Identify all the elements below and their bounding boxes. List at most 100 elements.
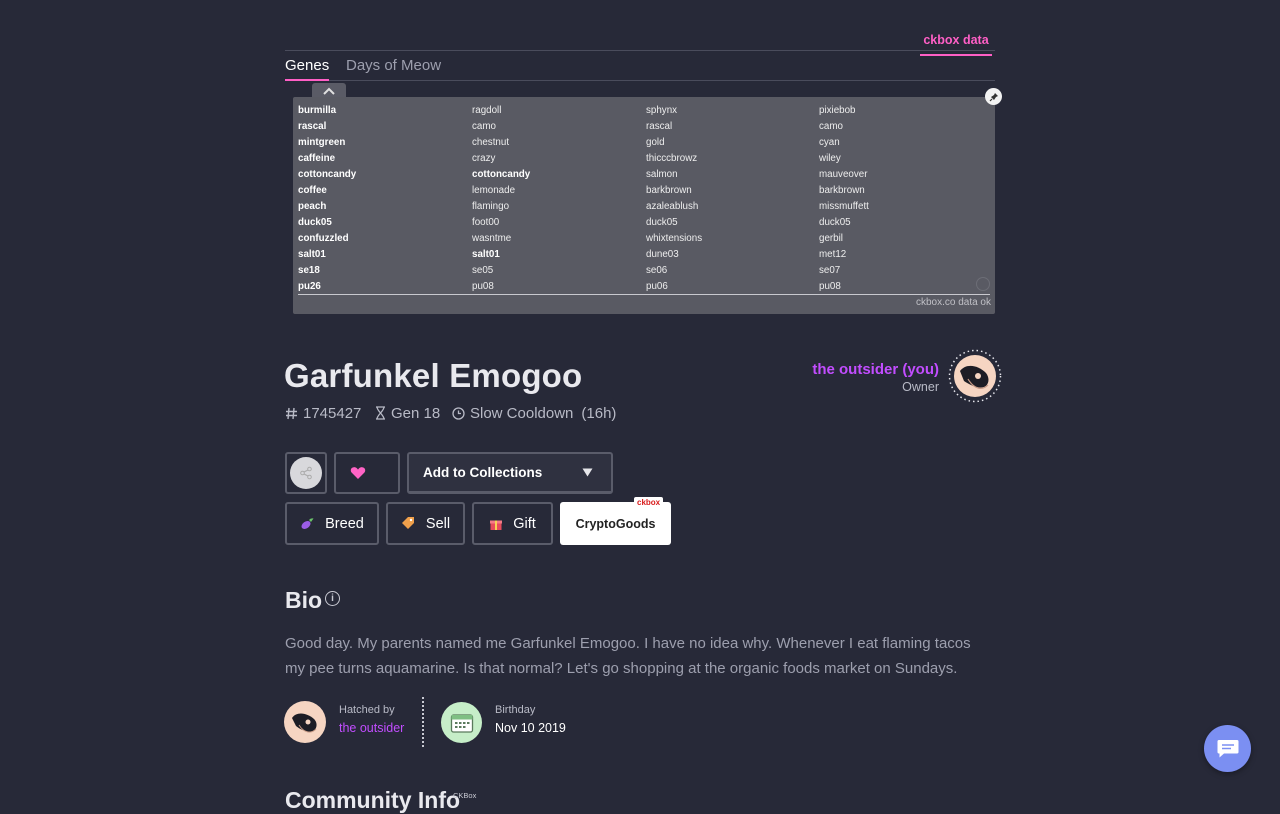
- gene-cell: mauveover: [819, 169, 868, 180]
- gene-cell: crazy: [472, 153, 496, 164]
- cooldown-value: Slow Cooldown: [470, 404, 574, 422]
- add-to-collections-label: Add to Collections: [423, 465, 543, 480]
- ckbox-data-tab[interactable]: ckbox data: [920, 33, 992, 56]
- cooldown-time: (16h): [581, 404, 617, 422]
- breed-label: Breed: [325, 515, 364, 532]
- kitty-id: 1745427: [285, 403, 361, 423]
- gift-button[interactable]: Gift: [472, 502, 553, 545]
- gene-cell: se05: [472, 265, 494, 276]
- gene-cell: confuzzled: [298, 233, 349, 244]
- generation-value: Gen 18: [391, 404, 441, 422]
- add-to-collections-dropdown[interactable]: Add to Collections: [407, 452, 613, 494]
- share-button[interactable]: [285, 452, 327, 494]
- ckbox-status-text: ckbox.co data ok: [915, 297, 991, 308]
- gene-cell: se06: [646, 265, 668, 276]
- gene-cell: lemonade: [472, 185, 516, 196]
- gift-label: Gift: [513, 515, 536, 532]
- kitty-generation: Gen 18: [375, 403, 440, 423]
- heart-icon: [350, 467, 366, 479]
- gene-cell: se18: [298, 265, 320, 276]
- genes-panel: burmilla ragdoll sphynx pixiebob rascal camo r…: [293, 97, 995, 314]
- gene-cell: camo: [472, 121, 496, 132]
- gene-cell: thicccbrowz: [646, 153, 698, 164]
- gene-cell: rascal: [646, 121, 673, 132]
- ckbox-small-tag: CKBox: [453, 791, 477, 800]
- tabs-divider: [285, 80, 995, 81]
- gene-cell: cottoncandy: [472, 169, 531, 180]
- gene-cell: whixtensions: [646, 233, 703, 244]
- gene-cell: missmuffett: [819, 201, 869, 212]
- sell-label: Sell: [425, 515, 451, 532]
- gift-box-icon: [490, 520, 503, 530]
- favorite-button[interactable]: [334, 452, 400, 494]
- gene-cell: gerbil: [819, 233, 843, 244]
- hash-icon: [286, 407, 297, 419]
- gene-cell: mintgreen: [298, 137, 346, 148]
- gene-cell: salt01: [472, 249, 500, 260]
- pin-button[interactable]: [985, 88, 1002, 105]
- chat-button[interactable]: [1204, 725, 1251, 772]
- hourglass-icon: [376, 406, 385, 420]
- sell-button[interactable]: Sell: [386, 502, 465, 545]
- gene-cell: sphynx: [646, 105, 678, 116]
- gene-cell: pixiebob: [819, 105, 856, 116]
- birthday-value: Nov 10 2019: [495, 721, 566, 735]
- community-info-heading: Community Info: [285, 787, 461, 813]
- owner-avatar[interactable]: [948, 349, 1002, 403]
- birthday-label: Birthday: [495, 704, 536, 716]
- bio-heading: Bio: [285, 587, 323, 613]
- gene-cell: duck05: [646, 217, 678, 228]
- ckbox-badge: ckbox: [634, 497, 664, 508]
- gene-cell: duck05: [298, 217, 332, 228]
- gene-cell: wiley: [819, 153, 841, 164]
- calendar-icon: [441, 702, 482, 743]
- genes-table: burmilla ragdoll sphynx pixiebob rascal camo r…: [298, 103, 990, 295]
- gene-cell: salmon: [646, 169, 678, 180]
- breed-button[interactable]: Breed: [285, 502, 379, 545]
- owner-role: Owner: [902, 380, 939, 394]
- gene-cell: pu26: [298, 281, 321, 292]
- gene-cell: met12: [819, 249, 847, 260]
- price-tag-icon: [401, 517, 414, 529]
- gene-cell: caffeine: [298, 153, 336, 164]
- gene-cell: rascal: [298, 121, 327, 132]
- gene-cell: peach: [298, 201, 327, 212]
- gene-cell: flamingo: [472, 201, 510, 212]
- tab-genes[interactable]: Genes: [285, 57, 330, 81]
- chat-icon: [1217, 739, 1238, 757]
- kitty-name: Garfunkel Emogoo: [284, 357, 583, 394]
- gene-cell: barkbrown: [819, 185, 865, 196]
- gene-cell: dune03: [646, 249, 679, 260]
- gene-cell: gold: [646, 137, 665, 148]
- gene-cell: pu08: [819, 281, 841, 292]
- gene-cell: azaleablush: [646, 201, 699, 212]
- kitty-cooldown: Slow Cooldown (16h): [452, 403, 616, 423]
- hatcher-avatar[interactable]: [284, 701, 326, 743]
- gene-cell: coffee: [298, 185, 327, 196]
- eggplant-icon: [301, 518, 314, 529]
- vertical-divider: [422, 697, 424, 747]
- gene-cell: pu08: [472, 281, 494, 292]
- collapse-genes-button[interactable]: [312, 83, 346, 98]
- kitty-id-value: 1745427: [303, 404, 362, 422]
- gene-cell: ragdoll: [472, 105, 502, 116]
- info-icon[interactable]: i: [325, 591, 340, 606]
- gene-cell: chestnut: [472, 137, 510, 148]
- gene-cell: wasntme: [472, 233, 512, 244]
- cryptogoods-button[interactable]: CryptoGoods: [560, 502, 671, 545]
- faint-info-icon: [976, 277, 990, 291]
- gene-cell: foot00: [472, 217, 500, 228]
- gene-cell: pu06: [646, 281, 668, 292]
- pin-icon: [989, 92, 998, 101]
- gene-cell: salt01: [298, 249, 326, 260]
- clock-icon: [452, 406, 465, 420]
- hatched-by-label: Hatched by: [339, 704, 395, 716]
- gene-cell: barkbrown: [646, 185, 692, 196]
- genes-divider: [298, 294, 990, 295]
- gene-cell: se07: [819, 265, 841, 276]
- tab-days-of-meow[interactable]: Days of Meow: [346, 57, 441, 79]
- gene-cell: duck05: [819, 217, 851, 228]
- owner-link[interactable]: the outsider (you): [812, 361, 939, 378]
- hatcher-link[interactable]: the outsider: [339, 721, 404, 735]
- gene-cell: burmilla: [298, 105, 337, 116]
